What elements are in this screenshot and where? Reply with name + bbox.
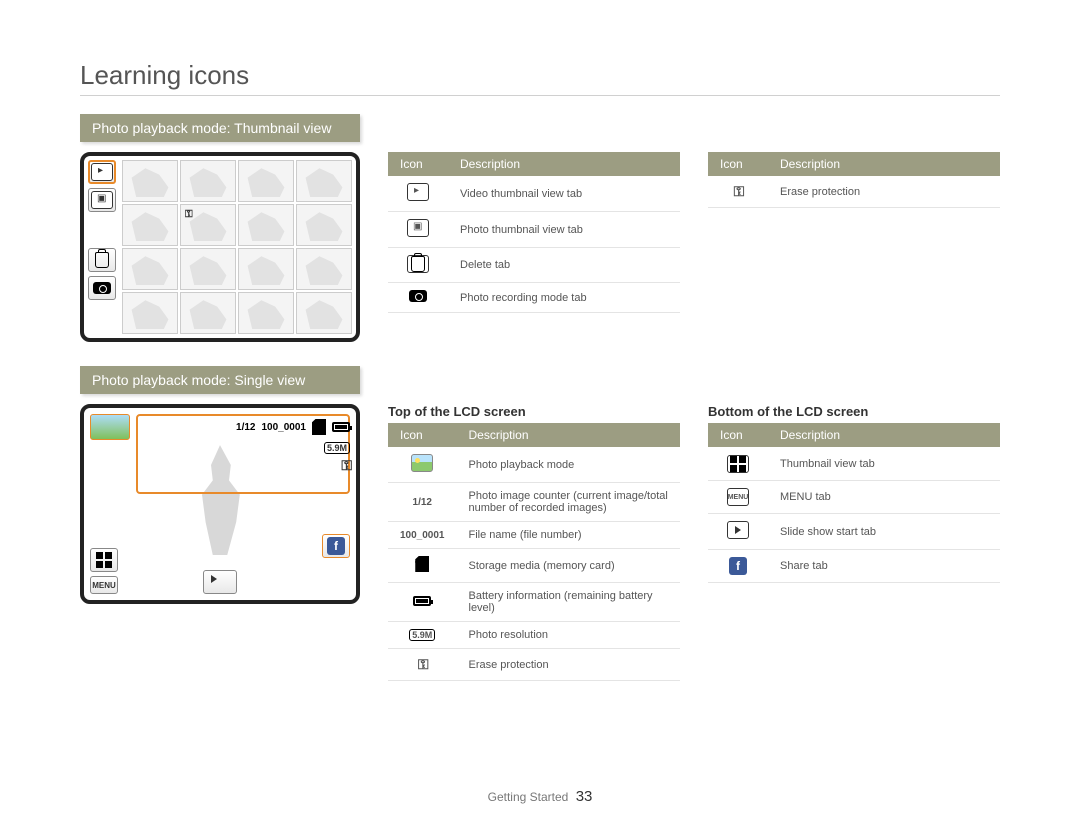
photo-playback-icon (90, 414, 130, 440)
battery-icon (332, 422, 350, 432)
desc-cell: Photo image counter (current image/total… (457, 483, 681, 522)
play-icon (211, 575, 217, 583)
footer-page-number: 33 (576, 788, 593, 805)
footer-section: Getting Started (488, 790, 569, 804)
th-desc: Description (448, 152, 680, 176)
key-icon: ⚿ (418, 656, 427, 672)
filename-icon: 100_0001 (400, 530, 445, 541)
thumbnail-icon-table-2: IconDescription ⚿ Erase protection (708, 152, 1000, 208)
thumbnail-section-row: ⚿ IconDescription Video thumbnail view t… (80, 152, 1000, 342)
storage-card-icon (312, 419, 326, 435)
desc-cell: Video thumbnail view tab (448, 176, 680, 212)
bottom-lcd-table: IconDescription Thumbnail view tab MENU M… (708, 423, 1000, 583)
key-icon: ⚿ (734, 183, 743, 199)
grid-icon (96, 552, 112, 568)
thumbnail-view-icon (727, 455, 749, 473)
photo-thumbnail-tab[interactable] (88, 188, 116, 212)
desc-cell: MENU tab (768, 481, 1000, 514)
desc-cell: Erase protection (457, 649, 681, 681)
desc-cell: Battery information (remaining battery l… (457, 583, 681, 622)
desc-cell: Photo recording mode tab (448, 283, 680, 313)
single-section-row: 1/12 100_0001 5.9M ⚿ MENU f Top of the L… (80, 404, 1000, 681)
camera-icon (93, 282, 111, 294)
thumbnail-cell[interactable]: ⚿ (180, 204, 236, 246)
thumbnail-cell[interactable] (238, 204, 294, 246)
video-tab-icon (407, 183, 429, 201)
section-thumbnail-view-heading: Photo playback mode: Thumbnail view (80, 114, 360, 142)
thumbnail-icon-table-1: IconDescription Video thumbnail view tab… (388, 152, 680, 313)
thumbnail-cell[interactable] (296, 292, 352, 334)
thumbnail-cell[interactable] (296, 248, 352, 290)
th-icon: Icon (388, 152, 448, 176)
th-desc: Description (768, 152, 1000, 176)
thumbnail-cell[interactable] (180, 248, 236, 290)
thumbnail-cell[interactable] (238, 292, 294, 334)
slideshow-tab[interactable] (203, 570, 237, 594)
desc-cell: Erase protection (768, 176, 1000, 208)
desc-cell: Photo resolution (457, 622, 681, 649)
photo-tab-icon (407, 219, 429, 237)
desc-cell: Thumbnail view tab (768, 447, 1000, 481)
delete-tab[interactable] (88, 248, 116, 272)
th-icon: Icon (708, 423, 768, 447)
facebook-icon: f (327, 537, 345, 555)
counter-icon: 1/12 (413, 497, 432, 508)
bottom-lcd-heading: Bottom of the LCD screen (708, 404, 1000, 419)
thumbnail-cell[interactable] (122, 292, 178, 334)
desc-cell: Slide show start tab (768, 514, 1000, 550)
camera-icon (409, 290, 427, 302)
resolution-icon: 5.9M (409, 629, 435, 641)
th-desc: Description (457, 423, 681, 447)
counter-label: 1/12 (236, 422, 255, 433)
thumbnail-cell[interactable] (122, 204, 178, 246)
thumbnail-cell[interactable] (180, 292, 236, 334)
top-lcd-heading: Top of the LCD screen (388, 404, 680, 419)
thumbnail-cell[interactable] (296, 204, 352, 246)
desc-cell: Delete tab (448, 248, 680, 283)
menu-icon: MENU (727, 488, 749, 506)
desc-cell: Storage media (memory card) (457, 549, 681, 583)
section-single-view-heading: Photo playback mode: Single view (80, 366, 360, 394)
menu-tab[interactable]: MENU (90, 576, 118, 594)
trash-icon (95, 252, 109, 268)
photo-record-tab[interactable] (88, 276, 116, 300)
page-footer: Getting Started 33 (0, 788, 1080, 805)
facebook-icon: f (729, 557, 747, 575)
thumbnail-cell[interactable] (180, 160, 236, 202)
thumbnail-cell[interactable] (296, 160, 352, 202)
thumbnail-cell[interactable] (122, 248, 178, 290)
photo-mode-icon (411, 454, 433, 472)
thumbnail-cell[interactable] (122, 160, 178, 202)
desc-cell: File name (file number) (457, 522, 681, 549)
delete-tab-icon (407, 255, 429, 273)
thumbnail-cell[interactable] (238, 160, 294, 202)
page-title: Learning icons (80, 60, 1000, 96)
key-icon: ⚿ (341, 457, 350, 474)
storage-card-icon (415, 556, 429, 572)
share-tab[interactable]: f (322, 534, 350, 558)
th-desc: Description (768, 423, 1000, 447)
top-lcd-table: IconDescription Photo playback mode 1/12… (388, 423, 680, 681)
filename-label: 100_0001 (262, 422, 307, 433)
resolution-icon: 5.9M (324, 442, 350, 454)
lcd-thumbnail-mock: ⚿ (80, 152, 360, 342)
desc-cell: Share tab (768, 550, 1000, 583)
slideshow-icon (727, 521, 749, 539)
th-icon: Icon (388, 423, 457, 447)
th-icon: Icon (708, 152, 768, 176)
desc-cell: Photo playback mode (457, 447, 681, 483)
desc-cell: Photo thumbnail view tab (448, 212, 680, 248)
thumbnail-cell[interactable] (238, 248, 294, 290)
battery-icon (413, 596, 431, 606)
lcd-single-mock: 1/12 100_0001 5.9M ⚿ MENU f (80, 404, 360, 604)
thumbnail-view-tab[interactable] (90, 548, 118, 572)
video-thumbnail-tab[interactable] (88, 160, 116, 184)
key-icon: ⚿ (185, 209, 191, 220)
